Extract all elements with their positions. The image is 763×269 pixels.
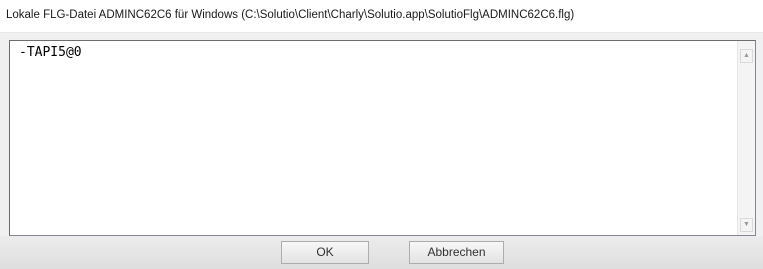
vertical-scrollbar[interactable]: ▲ ▼ (737, 41, 755, 235)
flg-content-textarea[interactable]: -TAPI5@0 ▲ ▼ (9, 40, 756, 236)
button-bar: OK Abbrechen (0, 236, 763, 269)
scroll-up-arrow-icon[interactable]: ▲ (740, 49, 753, 63)
ok-button[interactable]: OK (281, 241, 369, 264)
flg-content-text[interactable]: -TAPI5@0 (19, 45, 82, 60)
cancel-button[interactable]: Abbrechen (409, 241, 504, 264)
dialog-body: -TAPI5@0 ▲ ▼ OK Abbrechen (0, 33, 763, 269)
scroll-down-arrow-icon[interactable]: ▼ (740, 218, 753, 232)
flg-file-dialog: Lokale FLG-Datei ADMINC62C6 für Windows … (0, 0, 763, 269)
window-title: Lokale FLG-Datei ADMINC62C6 für Windows … (0, 0, 763, 32)
